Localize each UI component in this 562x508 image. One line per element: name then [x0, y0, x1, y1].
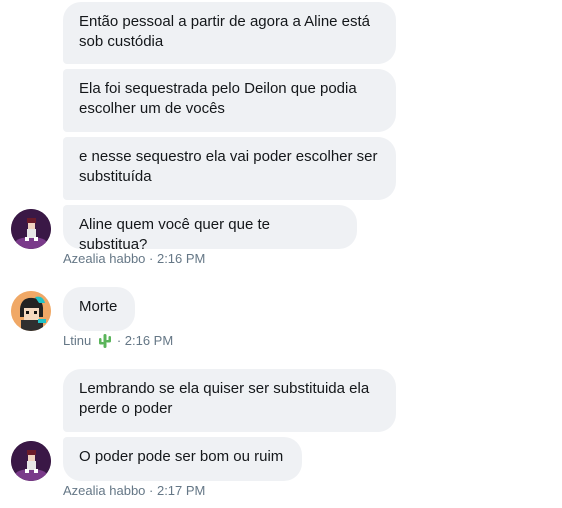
- sender-name[interactable]: Azealia habbo: [63, 251, 145, 267]
- avatar-ltinu-icon: [11, 291, 51, 331]
- timestamp: 2:17 PM: [156, 483, 206, 498]
- message-bubble[interactable]: Aline quem você quer que te substitua?: [63, 205, 357, 253]
- meta-separator: ·: [145, 251, 157, 266]
- meta-separator: ·: [113, 333, 125, 348]
- avatar-azealia-icon: [11, 209, 51, 249]
- message-meta: Ltinu · 2:16 PM: [63, 333, 173, 349]
- sender-name[interactable]: Ltinu: [63, 333, 91, 349]
- message-bubble[interactable]: Ela foi sequestrada pelo Deilon que podi…: [63, 69, 396, 132]
- message-meta: Azealia habbo · 2:16 PM: [63, 251, 205, 267]
- chat-thread: Então pessoal a partir de agora a Aline …: [0, 0, 562, 508]
- message-bubble[interactable]: O poder pode ser bom ou ruim: [63, 437, 302, 481]
- message-text: Aline quem você quer que te substitua?: [79, 216, 270, 253]
- message-text: Morte: [79, 298, 118, 315]
- message-bubble[interactable]: e nesse sequestro ela vai poder escolher…: [63, 137, 396, 200]
- avatar[interactable]: [11, 291, 51, 331]
- avatar-azealia-icon: [11, 441, 51, 481]
- message-text: Ela foi sequestrada pelo Deilon que podi…: [79, 80, 357, 117]
- timestamp: 2:16 PM: [156, 251, 206, 266]
- avatar[interactable]: [11, 441, 51, 481]
- message-bubble[interactable]: Morte: [63, 287, 135, 331]
- message-text: Lembrando se ela quiser ser substituida …: [79, 380, 370, 417]
- message-text: Então pessoal a partir de agora a Aline …: [79, 13, 371, 50]
- meta-separator: ·: [145, 483, 157, 498]
- message-meta: Azealia habbo · 2:17 PM: [63, 483, 205, 499]
- sender-name[interactable]: Azealia habbo: [63, 483, 145, 499]
- message-text: e nesse sequestro ela vai poder escolher…: [79, 148, 378, 185]
- message-bubble[interactable]: Lembrando se ela quiser ser substituida …: [63, 369, 396, 432]
- cactus-icon: [97, 333, 113, 349]
- message-text: O poder pode ser bom ou ruim: [79, 448, 284, 465]
- message-bubble[interactable]: Então pessoal a partir de agora a Aline …: [63, 2, 396, 64]
- timestamp: 2:16 PM: [124, 333, 174, 348]
- avatar[interactable]: [11, 209, 51, 249]
